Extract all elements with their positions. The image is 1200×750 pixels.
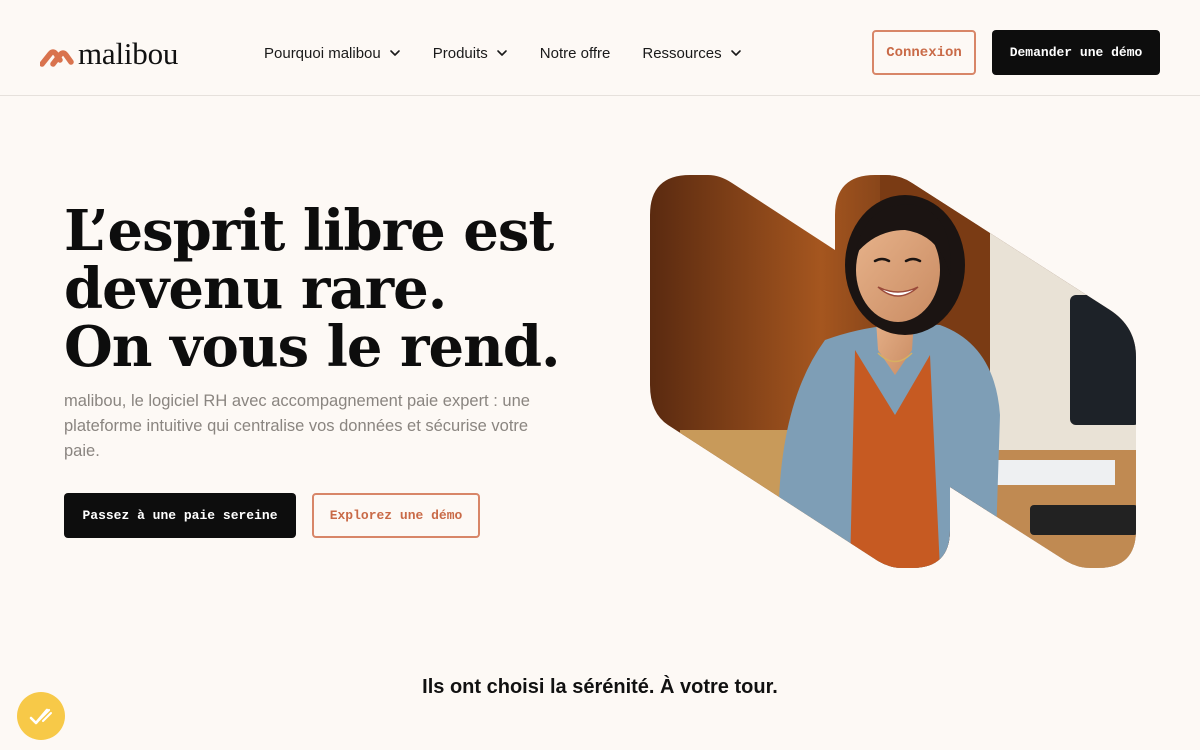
start-payroll-button[interactable]: Passez à une paie sereine: [64, 493, 296, 538]
nav-item-label: Pourquoi malibou: [264, 44, 381, 62]
nav-item-label: Ressources: [642, 44, 722, 62]
nav-item-produits[interactable]: Produits: [433, 42, 508, 64]
request-demo-button[interactable]: Demander une démo: [992, 30, 1160, 75]
brand-name: malibou: [78, 36, 179, 71]
malibou-logo-icon: [40, 48, 74, 67]
nav-item-label: Notre offre: [539, 44, 611, 62]
accessibility-widget[interactable]: [17, 692, 65, 740]
nav-item-pourquoi-malibou[interactable]: Pourquoi malibou: [264, 42, 401, 64]
hero-title: L’esprit libre est devenu rare. On vous …: [64, 202, 584, 376]
nav-item-ressources[interactable]: Ressources: [642, 42, 741, 64]
chevron-down-icon: [730, 50, 741, 56]
site-header: malibou Pourquoi malibou Produits Notre …: [0, 0, 1200, 96]
login-button[interactable]: Connexion: [872, 30, 976, 75]
hero-subtitle: malibou, le logiciel RH avec accompagnem…: [64, 392, 530, 460]
accessibility-check-icon: [29, 708, 52, 725]
nav-item-notre-offre[interactable]: Notre offre: [540, 42, 611, 64]
hero-photo: [650, 175, 1136, 568]
brand-logo[interactable]: malibou: [40, 38, 178, 69]
chevron-down-icon: [496, 50, 507, 56]
hero-title-line: devenu rare.: [64, 256, 447, 322]
trust-heading: Ils ont choisi la sérénité. À votre tour…: [422, 676, 778, 698]
explore-demo-button[interactable]: Explorez une démo: [312, 493, 480, 538]
nav-item-label: Produits: [432, 44, 488, 62]
chevron-down-icon: [389, 50, 400, 56]
hero-title-line: L’esprit libre est: [64, 198, 554, 264]
hero-title-line: On vous le rend.: [64, 314, 561, 380]
main-nav: Pourquoi malibou Produits Notre offre Re…: [264, 42, 774, 64]
